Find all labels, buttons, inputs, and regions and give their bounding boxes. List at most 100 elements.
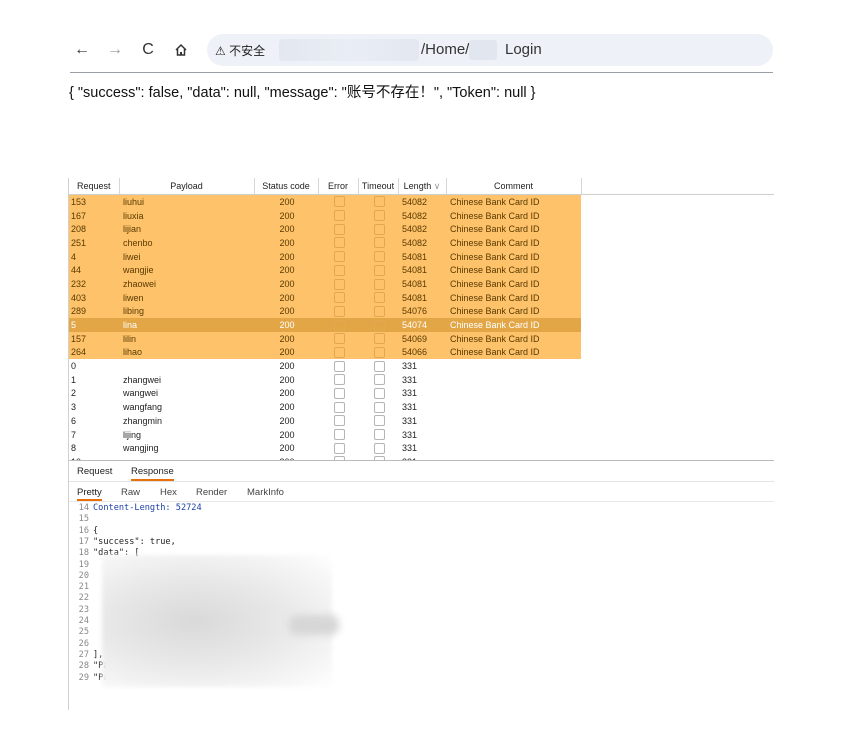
timeout-checkbox [373, 278, 385, 290]
cell-length: 331 [398, 427, 446, 442]
col-length[interactable]: Length ∨ [398, 178, 447, 195]
col-payload[interactable]: Payload [119, 178, 255, 195]
reload-icon[interactable]: C [136, 38, 160, 62]
table-row[interactable]: 6 zhangmin 200 331 [69, 414, 774, 428]
tab-request[interactable]: Request [77, 466, 112, 477]
col-comment[interactable]: Comment [446, 178, 582, 195]
subtab-markinfo[interactable]: MarkInfo [247, 487, 284, 498]
cell-timeout [358, 331, 398, 346]
page-response-text: { "success": false, "data": null, "messa… [69, 85, 536, 101]
table-row[interactable]: 251 chenbo 200 54082 Chinese Bank Card ID [69, 236, 774, 250]
cell-comment [446, 441, 581, 456]
table-row[interactable]: 208 lijian 200 54082 Chinese Bank Card ID [69, 222, 774, 237]
toolbar-divider [70, 72, 773, 73]
table-row[interactable]: 232 zhaowei 200 54081 Chinese Bank Card ID [69, 277, 774, 291]
back-arrow-icon[interactable]: ← [70, 38, 94, 62]
cell-comment [446, 400, 581, 414]
cell-request: 208 [69, 222, 119, 237]
home-icon[interactable] [169, 38, 193, 62]
cell-error [318, 427, 358, 442]
timeout-checkbox [373, 251, 385, 263]
table-row[interactable]: 264 lihao 200 54066 Chinese Bank Card ID [69, 345, 774, 360]
col-timeout[interactable]: Timeout [358, 178, 399, 195]
cell-error [318, 249, 358, 264]
cell-timeout [358, 277, 398, 291]
table-row[interactable]: 4 liwei 200 54081 Chinese Bank Card ID [69, 249, 774, 264]
url-path: /Home/ [421, 41, 470, 58]
cell-request: 403 [69, 290, 119, 305]
cell-timeout [358, 372, 398, 387]
cell-empty [581, 400, 774, 414]
error-checkbox [333, 429, 345, 441]
cell-empty [581, 331, 774, 346]
cell-payload: lina [119, 318, 254, 332]
cell-timeout [358, 414, 398, 428]
results-table-container[interactable]: Request Payload Status code Error Timeou… [69, 178, 774, 461]
cell-comment: Chinese Bank Card ID [446, 318, 581, 332]
code-line: Content-Length: 52724 [93, 503, 202, 513]
subtab-hex[interactable]: Hex [160, 487, 177, 498]
table-row[interactable]: 3 wangfang 200 331 [69, 400, 774, 414]
message-tabs: Request Response [69, 461, 774, 482]
table-row[interactable]: 5 lina 200 54074 Chinese Bank Card ID [69, 318, 774, 332]
results-body: 153 liuhui 200 54082 Chinese Bank Card ID 167… [69, 194, 774, 460]
table-row[interactable]: 153 liuhui 200 54082 Chinese Bank Card ID [69, 194, 774, 209]
cell-comment: Chinese Bank Card ID [446, 208, 581, 223]
cell-payload: wangwei [119, 386, 254, 401]
col-status[interactable]: Status code [254, 178, 319, 195]
cell-length: 54082 [398, 222, 446, 237]
tab-response[interactable]: Response [131, 466, 174, 481]
line-number: 16 [78, 525, 89, 536]
cell-payload: liwei [119, 249, 254, 264]
error-checkbox [333, 292, 345, 304]
cell-length: 331 [398, 400, 446, 414]
table-row[interactable]: 2 wangwei 200 331 [69, 386, 774, 401]
subtab-pretty[interactable]: Pretty [77, 487, 102, 501]
cell-error [318, 208, 358, 223]
cell-payload: liuxia [119, 208, 254, 223]
timeout-checkbox [373, 237, 385, 249]
table-row[interactable]: 44 wangjie 200 54081 Chinese Bank Card ID [69, 263, 774, 278]
col-request[interactable]: Request [69, 178, 120, 195]
table-row[interactable]: 0 200 331 [69, 359, 774, 373]
cell-timeout [358, 194, 398, 209]
table-row[interactable]: 167 liuxia 200 54082 Chinese Bank Card ID [69, 208, 774, 223]
table-row[interactable]: 403 liwen 200 54081 Chinese Bank Card ID [69, 290, 774, 305]
timeout-checkbox [373, 415, 385, 427]
cell-comment: Chinese Bank Card ID [446, 249, 581, 264]
cell-error [318, 345, 358, 360]
cell-timeout [358, 345, 398, 360]
line-number: 23 [78, 604, 89, 615]
timeout-checkbox [373, 360, 385, 372]
sort-chevron-icon: ∨ [433, 180, 441, 191]
cell-status: 200 [254, 208, 318, 223]
table-row[interactable]: 1 zhangwei 200 331 [69, 372, 774, 387]
error-checkbox [333, 264, 345, 276]
address-bar[interactable]: ⚠ 不安全 /Home/ Login [207, 34, 773, 66]
cell-timeout [358, 359, 398, 373]
timeout-checkbox [373, 264, 385, 276]
cell-request: 8 [69, 441, 119, 456]
cell-timeout [358, 236, 398, 250]
cell-status: 200 [254, 331, 318, 346]
cell-error [318, 331, 358, 346]
forward-arrow-icon[interactable]: → [103, 38, 127, 62]
cell-empty [581, 318, 774, 332]
subtab-render[interactable]: Render [196, 487, 227, 498]
error-checkbox [333, 360, 345, 372]
table-row[interactable]: 157 lilin 200 54069 Chinese Bank Card ID [69, 331, 774, 346]
not-secure-warning[interactable]: ⚠ 不安全 [215, 42, 265, 59]
timeout-checkbox [373, 429, 385, 441]
line-number: 20 [78, 570, 89, 581]
cell-request: 289 [69, 304, 119, 319]
subtab-raw[interactable]: Raw [121, 487, 140, 498]
cell-request: 153 [69, 194, 119, 209]
table-row[interactable]: 289 libing 200 54076 Chinese Bank Card ID [69, 304, 774, 319]
table-row[interactable]: 8 wangjing 200 331 [69, 441, 774, 456]
cell-empty [581, 414, 774, 428]
table-row[interactable]: 7 lijing 200 331 [69, 427, 774, 442]
cell-request: 1 [69, 372, 119, 387]
col-error[interactable]: Error [318, 178, 359, 195]
line-number: 14 [78, 503, 89, 513]
cell-empty [581, 290, 774, 305]
